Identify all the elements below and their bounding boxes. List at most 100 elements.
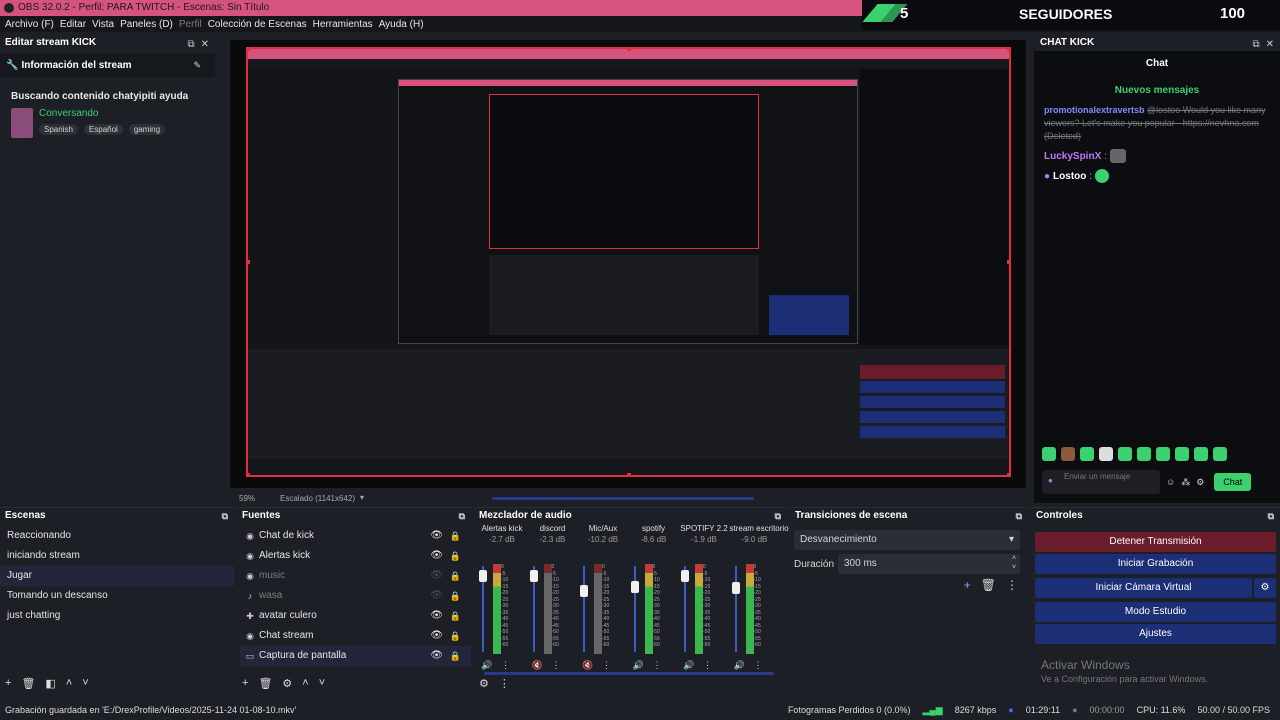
volume-slider[interactable]: [731, 566, 740, 652]
lock-icon[interactable]: 🔒: [450, 526, 461, 546]
source-item[interactable]: ✚ avatar culero 👁 🔒: [240, 606, 471, 626]
spinner-icon[interactable]: ˄ ˅: [1012, 554, 1016, 572]
volume-knob[interactable]: [529, 570, 538, 582]
resize-handle[interactable]: [1007, 49, 1009, 51]
volume-knob[interactable]: [479, 570, 487, 582]
popout-icon[interactable]: ⧉: [1252, 36, 1259, 54]
volume-knob[interactable]: [731, 582, 740, 594]
resize-handle[interactable]: [1007, 473, 1009, 475]
more-icon[interactable]: ⋮: [602, 660, 611, 671]
speaker-muted-icon[interactable]: 🔇: [532, 660, 543, 671]
speaker-muted-icon[interactable]: 🔇: [582, 660, 593, 671]
filter-icon[interactable]: ◧: [45, 677, 55, 690]
emote-icon[interactable]: [1137, 447, 1151, 461]
lock-icon[interactable]: 🔒: [450, 546, 461, 566]
lock-icon[interactable]: 🔒: [450, 606, 461, 626]
close-icon[interactable]: ✕: [201, 36, 209, 54]
volume-slider[interactable]: [580, 566, 588, 652]
add-source-icon[interactable]: +: [242, 677, 248, 689]
new-messages-banner[interactable]: Nuevos mensajes: [1034, 85, 1280, 96]
resize-handle[interactable]: [248, 473, 250, 475]
stop-stream-button[interactable]: Detener Transmisión: [1035, 532, 1276, 552]
emote-icon[interactable]: [1061, 447, 1075, 461]
menu-scene-collection[interactable]: Colección de Escenas: [208, 19, 307, 30]
eye-icon[interactable]: 👁: [430, 526, 443, 546]
add-transition-icon[interactable]: +: [964, 578, 971, 592]
add-scene-icon[interactable]: +: [5, 677, 11, 689]
emote-icon[interactable]: [1175, 447, 1189, 461]
eye-icon[interactable]: 👁: [430, 626, 443, 646]
popout-icon[interactable]: ⧉: [775, 508, 781, 524]
resize-handle[interactable]: [627, 473, 631, 475]
eye-slash-icon[interactable]: 👁: [430, 566, 443, 586]
more-icon[interactable]: ⋮: [499, 677, 510, 690]
eye-slash-icon[interactable]: 👁: [430, 586, 443, 606]
source-item[interactable]: ◉ music 👁 🔒: [240, 566, 471, 586]
chevron-down-icon[interactable]: ˅: [319, 677, 325, 689]
popout-icon[interactable]: ⧉: [1016, 508, 1022, 524]
mixer-settings-icon[interactable]: ⚙: [479, 677, 489, 690]
volume-knob[interactable]: [630, 581, 639, 593]
virtual-cam-settings-button[interactable]: ⚙: [1254, 578, 1276, 598]
volume-slider[interactable]: [630, 566, 639, 652]
emote-picker-icon[interactable]: ☺: [1166, 477, 1175, 487]
menu-profile[interactable]: Perfil: [179, 19, 202, 30]
lock-icon[interactable]: 🔒: [450, 586, 461, 606]
popout-icon[interactable]: ⧉: [1268, 508, 1274, 524]
chat-send-button[interactable]: Chat: [1214, 473, 1252, 491]
chat-username[interactable]: LuckySpinX: [1044, 151, 1101, 162]
settings-button[interactable]: Ajustes: [1035, 624, 1276, 644]
more-icon[interactable]: ⋮: [1006, 578, 1018, 592]
more-icon[interactable]: ⋮: [754, 660, 763, 671]
more-icon[interactable]: ⋮: [552, 660, 561, 671]
volume-knob[interactable]: [580, 585, 588, 597]
emote-icon[interactable]: [1042, 447, 1056, 461]
menu-docks[interactable]: Paneles (D): [120, 19, 173, 30]
eye-icon[interactable]: 👁: [430, 606, 443, 626]
trash-icon[interactable]: 🗑: [258, 677, 272, 690]
scaling-dropdown[interactable]: Escalado (1141x642): [280, 494, 355, 503]
more-icon[interactable]: ⋮: [703, 660, 712, 671]
close-icon[interactable]: ✕: [1266, 36, 1274, 54]
emote-icon[interactable]: [1118, 447, 1132, 461]
eye-icon[interactable]: 👁: [430, 646, 443, 666]
start-recording-button[interactable]: Iniciar Grabación: [1035, 554, 1276, 574]
scene-item[interactable]: just chatting: [0, 606, 234, 626]
studio-mode-button[interactable]: Modo Estudio: [1035, 602, 1276, 622]
resize-handle[interactable]: [627, 49, 631, 51]
scene-item[interactable]: Reaccionando: [0, 526, 234, 546]
eye-icon[interactable]: 👁: [430, 546, 443, 566]
speaker-icon[interactable]: 🔊: [683, 660, 694, 671]
start-virtual-cam-button[interactable]: Iniciar Cámara Virtual: [1035, 578, 1252, 598]
more-icon[interactable]: ⋮: [501, 660, 510, 671]
emote-icon[interactable]: [1213, 447, 1227, 461]
chat-username[interactable]: promotionalextravertsb: [1044, 105, 1145, 115]
stream-info-section[interactable]: Información del stream: [22, 60, 132, 71]
preview-area[interactable]: [230, 40, 1026, 488]
emote-icon[interactable]: [1080, 447, 1094, 461]
speaker-icon[interactable]: 🔊: [734, 660, 745, 671]
more-icon[interactable]: ⋮: [653, 660, 662, 671]
speaker-icon[interactable]: 🔊: [481, 660, 492, 671]
source-item-selected[interactable]: ▭ Captura de pantalla 👁 🔒: [240, 646, 471, 666]
volume-knob[interactable]: [681, 570, 689, 582]
popout-icon[interactable]: ⧉: [222, 508, 228, 524]
lock-icon[interactable]: 🔒: [450, 626, 461, 646]
resize-handle[interactable]: [248, 260, 250, 264]
mixer-scrollbar[interactable]: [484, 672, 774, 675]
scene-item[interactable]: Tomando un descanso: [0, 586, 234, 606]
popout-icon[interactable]: ⧉: [459, 508, 465, 524]
popout-icon[interactable]: ⧉: [187, 36, 194, 54]
scene-item[interactable]: iniciando stream: [0, 546, 234, 566]
horizontal-scrollbar[interactable]: [492, 497, 754, 500]
menu-view[interactable]: Vista: [92, 19, 114, 30]
volume-slider[interactable]: [681, 566, 689, 652]
emote-icon[interactable]: [1156, 447, 1170, 461]
chevron-down-icon[interactable]: ▾: [360, 493, 364, 502]
menu-file[interactable]: Archivo (F): [5, 19, 54, 30]
emote-icon[interactable]: [1099, 447, 1113, 461]
trash-icon[interactable]: 🗑: [981, 578, 996, 592]
chat-username[interactable]: Lostoo: [1053, 171, 1086, 182]
emote-icon[interactable]: [1194, 447, 1208, 461]
source-item[interactable]: ◉ Chat stream 👁 🔒: [240, 626, 471, 646]
